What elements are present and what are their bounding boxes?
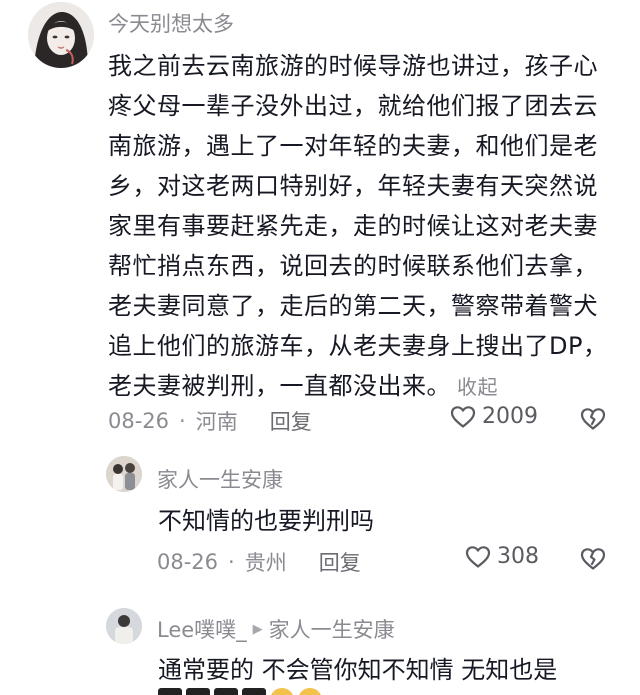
broken-heart-icon — [580, 408, 606, 430]
reply-meta: 08-26 · 贵州 回复 — [157, 547, 361, 577]
dislike-button[interactable] — [580, 547, 606, 575]
like-button[interactable]: 2009 — [450, 404, 538, 429]
avatar[interactable] — [28, 2, 94, 68]
dislike-button[interactable] — [580, 407, 606, 435]
like-count: 2009 — [482, 404, 538, 429]
comment-username[interactable]: 今天别想太多 — [108, 8, 234, 38]
heart-outline-icon — [465, 545, 491, 568]
reply-to-username[interactable]: 家人一生安康 — [269, 614, 395, 644]
reply-button[interactable]: 回复 — [270, 406, 312, 436]
text-glyph — [186, 688, 210, 695]
broken-heart-icon — [580, 548, 606, 570]
avatar-image — [28, 2, 94, 68]
reply-location: 贵州 — [244, 551, 287, 575]
text-glyph — [242, 688, 266, 695]
avatar[interactable] — [106, 608, 142, 644]
like-count: 308 — [497, 544, 539, 569]
comment-body: 我之前去云南旅游的时候导游也讲过，孩子心疼父母一辈子没外出过，就给他们报了团去云… — [108, 52, 608, 400]
avatar[interactable] — [106, 456, 142, 492]
reply-header: Lee噗噗_ ▶ 家人一生安康 — [157, 614, 395, 644]
reply-button[interactable]: 回复 — [319, 547, 361, 577]
avatar-image — [106, 456, 142, 492]
meta-separator: · — [179, 409, 186, 433]
heart-outline-icon — [450, 405, 476, 428]
comment-text: 我之前去云南旅游的时候导游也讲过，孩子心疼父母一辈子没外出过，就给他们报了团去云… — [108, 46, 608, 407]
text-glyph — [158, 688, 182, 695]
reply-text: 通常要的 不会管你知不知情 无知也是 — [158, 656, 558, 684]
reply-username[interactable]: 家人一生安康 — [157, 464, 283, 494]
reply-to-arrow-icon: ▶ — [252, 621, 263, 637]
meta-separator: · — [228, 550, 235, 574]
reply-username[interactable]: Lee噗噗_ — [157, 614, 247, 644]
comment-meta: 08-26 · 河南 回复 — [108, 406, 312, 436]
comment-location: 河南 — [195, 410, 238, 434]
like-button[interactable]: 308 — [465, 544, 539, 569]
reply-date: 08-26 — [157, 550, 219, 574]
reply-text: 不知情的也要判刑吗 — [158, 507, 374, 535]
emoji-icon — [270, 688, 294, 695]
comment-date: 08-26 — [108, 409, 170, 433]
avatar-image — [106, 608, 142, 644]
text-glyph — [214, 688, 238, 695]
truncated-text-line — [158, 688, 348, 695]
emoji-icon — [298, 688, 322, 695]
collapse-link[interactable]: 收起 — [457, 375, 498, 399]
